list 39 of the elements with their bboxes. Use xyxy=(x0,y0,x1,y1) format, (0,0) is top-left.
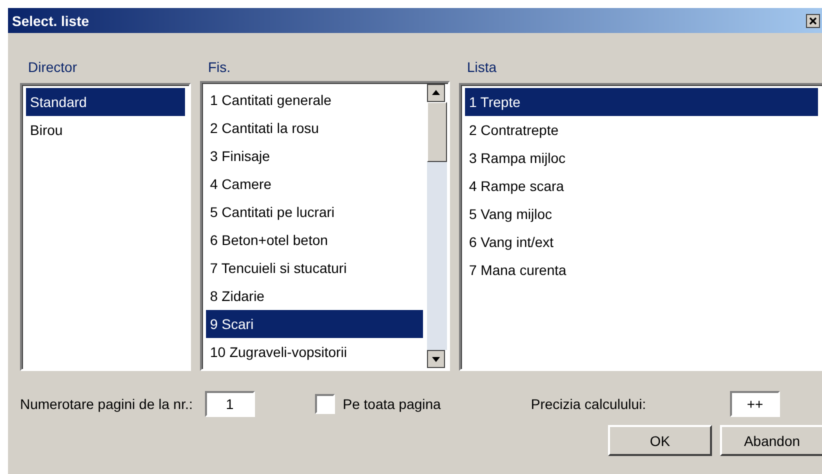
scroll-down-icon[interactable] xyxy=(427,350,445,368)
list-label: Director xyxy=(27,59,78,77)
checkbox[interactable] xyxy=(314,394,335,414)
list-item[interactable]: 5 Cantitati pe lucrari xyxy=(206,198,423,226)
file-list[interactable]: 1 Cantitati generale 2 Cantitati la rosu 3 Finisaje 4 Camere 5 Cantitati pe lucrari 6 Beton+otel beton 7 Tencuieli si stucaturi 8 Zidarie 9 Scari 10 Zugraveli-vopsitorii xyxy=(200,81,450,371)
list-item[interactable]: Birou xyxy=(26,116,185,144)
list-item[interactable]: 6 Vang int/ext xyxy=(465,228,818,256)
list-label: Fis. xyxy=(207,59,232,77)
list-label: Lista xyxy=(466,59,498,77)
list-item[interactable]: 7 Mana curenta xyxy=(465,256,818,284)
scrollbar[interactable] xyxy=(427,84,447,368)
list-item[interactable]: 6 Beton+otel beton xyxy=(206,226,423,254)
start-number-field[interactable]: 1 xyxy=(204,391,255,417)
window-title: Select. liste xyxy=(12,12,90,28)
list-item[interactable]: 3 Rampa mijloc xyxy=(465,144,818,172)
list-item[interactable]: 5 Vang mijloc xyxy=(465,200,818,228)
directory-list[interactable]: Standard Birou xyxy=(20,83,191,371)
precision-field[interactable]: ++ xyxy=(730,391,780,417)
precision-label: Precizia calculului: xyxy=(530,396,646,412)
scroll-up-icon[interactable] xyxy=(427,84,445,102)
list-item[interactable]: 2 Cantitati la rosu xyxy=(206,114,423,142)
numbering-label: Numerotare pagini de la nr.: xyxy=(20,396,193,412)
close-icon[interactable] xyxy=(806,14,820,28)
ok-button[interactable]: OK xyxy=(608,425,712,456)
scroll-thumb[interactable] xyxy=(427,102,447,162)
list-item[interactable]: 1 Cantitati generale xyxy=(206,86,423,114)
list-item[interactable]: 2 Contratrepte xyxy=(465,116,818,144)
cancel-button[interactable]: Abandon xyxy=(720,425,822,456)
list-item[interactable]: 4 Camere xyxy=(206,170,423,198)
list-item[interactable]: 3 Finisaje xyxy=(206,142,423,170)
list-item[interactable]: Standard xyxy=(26,88,185,116)
list-item[interactable]: 8 Zidarie xyxy=(206,282,423,310)
list-item[interactable]: 4 Rampe scara xyxy=(465,172,818,200)
item-list[interactable]: 1 Trepte 2 Contratrepte 3 Rampa mijloc 4 Rampe scara 5 Vang mijloc 6 Vang int/ext 7 Mana curenta xyxy=(459,83,822,371)
list-item[interactable]: 9 Scari xyxy=(206,310,423,338)
list-item[interactable]: 1 Trepte xyxy=(465,88,818,116)
list-item[interactable]: 10 Zugraveli-vopsitorii xyxy=(206,338,423,366)
checkbox-label: Pe toata pagina xyxy=(342,396,441,412)
list-item[interactable]: 7 Tencuieli si stucaturi xyxy=(206,254,423,282)
